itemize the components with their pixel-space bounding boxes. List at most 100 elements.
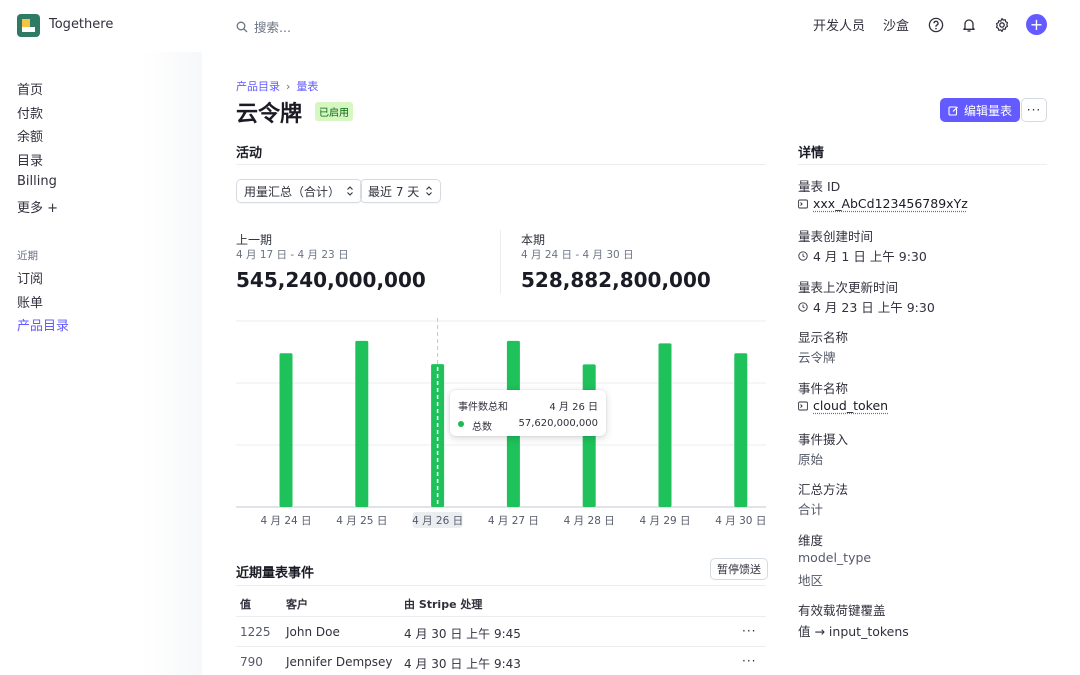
bell-icon[interactable] xyxy=(960,16,977,33)
period-divider xyxy=(500,230,501,294)
status-badge: 已启用 xyxy=(315,102,353,121)
sidebar-item-invoices[interactable]: 账单 xyxy=(17,292,43,311)
current-period-label: 本期 xyxy=(521,233,546,247)
previous-period-value: 545,240,000,000 xyxy=(236,268,426,292)
sandbox-link[interactable]: 沙盒 xyxy=(883,15,909,34)
dimension-item: model_type xyxy=(798,550,872,565)
meter-id-label: 量表 ID xyxy=(798,179,841,194)
events-divider xyxy=(236,585,766,586)
recent-events-heading: 近期量表事件 xyxy=(236,566,315,581)
created-value: 4 月 1 日 上午 9:30 xyxy=(798,246,927,265)
created-label: 量表创建时间 xyxy=(798,229,874,244)
display-name-label: 显示名称 xyxy=(798,330,849,345)
top-bar: Togethere 搜索... 开发人员 沙盒 + xyxy=(0,0,1080,52)
tooltip-title: 事件数总和 xyxy=(458,402,508,413)
column-header-value[interactable]: 值 xyxy=(240,596,251,612)
row-more-button[interactable]: ··· xyxy=(742,654,756,668)
meter-id-value[interactable]: xxx_AbCd123456789xYz xyxy=(798,196,968,211)
event-processed-time: 4 月 30 日 上午 9:43 xyxy=(404,657,521,671)
activity-heading: 活动 xyxy=(236,146,263,161)
updated-text: 4 月 23 日 上午 9:30 xyxy=(813,300,935,315)
more-actions-button[interactable]: ··· xyxy=(1021,98,1047,122)
gear-icon[interactable] xyxy=(993,16,1010,33)
search-icon xyxy=(236,21,248,32)
date-range-select-value: 最近 7 天 xyxy=(368,184,420,199)
breadcrumb-parent[interactable]: 产品目录 xyxy=(236,78,280,94)
create-plus-button[interactable]: + xyxy=(1026,14,1047,35)
display-name-value: 云令牌 xyxy=(798,350,836,365)
details-heading: 详情 xyxy=(798,146,825,161)
chart-bar[interactable] xyxy=(431,364,445,507)
event-value: 790 xyxy=(240,655,263,669)
aggregation-select-value: 用量汇总（合计） xyxy=(244,184,341,199)
column-header-processed[interactable]: 由 Stripe 处理 xyxy=(404,596,482,612)
app-name[interactable]: Togethere xyxy=(49,17,113,32)
created-text: 4 月 1 日 上午 9:30 xyxy=(813,249,927,264)
sidebar-item-product-catalog[interactable]: 产品目录 xyxy=(17,315,69,334)
breadcrumb: 产品目录 › 量表 xyxy=(236,78,318,94)
chevron-up-down-icon xyxy=(426,186,433,196)
date-range-select[interactable]: 最近 7 天 xyxy=(360,179,442,203)
help-icon[interactable] xyxy=(927,16,944,33)
chart-x-tick-label: 4 月 28 日 xyxy=(564,515,615,527)
ingestion-label: 事件摄入 xyxy=(798,432,849,447)
sidebar xyxy=(0,52,202,675)
meter-id-text: xxx_AbCd123456789xYz xyxy=(813,196,968,211)
current-period-range: 4 月 24 日 - 4 月 30 日 xyxy=(521,249,634,261)
table-header-divider xyxy=(236,616,766,617)
aggregation-select[interactable]: 用量汇总（合计） xyxy=(236,179,363,203)
sidebar-item-subscriptions[interactable]: 订阅 xyxy=(17,268,43,287)
payload-override-value: 值 → input_tokens xyxy=(798,624,909,639)
event-processed-time: 4 月 30 日 上午 9:45 xyxy=(404,627,521,641)
sidebar-item-more[interactable]: 更多 + xyxy=(17,197,58,216)
sidebar-item-catalog[interactable]: 目录 xyxy=(17,150,43,169)
chart-bar[interactable] xyxy=(658,343,672,507)
tooltip-series-label: 总数 xyxy=(472,422,492,433)
ingestion-value: 原始 xyxy=(798,452,824,467)
app-logo[interactable] xyxy=(17,14,40,37)
event-name-text: cloud_token xyxy=(813,398,889,413)
sidebar-recent-heading: 近期 xyxy=(17,250,38,262)
page-title: 云令牌 xyxy=(236,102,303,127)
clock-icon xyxy=(798,301,808,312)
search-input[interactable]: 搜索... xyxy=(254,17,291,36)
edit-meter-label: 编辑量表 xyxy=(964,103,1013,118)
dimension-item: 地区 xyxy=(798,573,824,588)
previous-period-range: 4 月 17 日 - 4 月 23 日 xyxy=(236,249,349,261)
details-divider xyxy=(798,164,1047,165)
breadcrumb-current[interactable]: 量表 xyxy=(296,78,318,94)
tooltip-date: 4 月 26 日 xyxy=(549,402,598,413)
edit-icon xyxy=(948,105,958,116)
chart-x-tick-label: 4 月 27 日 xyxy=(488,515,539,527)
event-customer[interactable]: Jennifer Dempsey xyxy=(286,655,393,669)
developers-link[interactable]: 开发人员 xyxy=(813,15,865,34)
chart-bar[interactable] xyxy=(279,353,293,507)
sidebar-item-home[interactable]: 首页 xyxy=(17,79,43,98)
clock-icon xyxy=(798,250,808,261)
event-customer[interactable]: John Doe xyxy=(286,625,340,639)
event-value: 1225 xyxy=(240,625,271,639)
sidebar-item-balances[interactable]: 余额 xyxy=(17,126,43,145)
sidebar-item-billing[interactable]: Billing xyxy=(17,174,57,189)
current-period-value: 528,882,800,000 xyxy=(521,268,711,292)
activity-divider xyxy=(236,164,766,165)
breadcrumb-separator: › xyxy=(286,79,291,93)
chart-x-tick-label: 4 月 29 日 xyxy=(639,515,690,527)
pause-feed-button[interactable]: 暂停馈送 xyxy=(710,558,768,580)
edit-meter-button[interactable]: 编辑量表 xyxy=(940,98,1021,122)
updated-label: 量表上次更新时间 xyxy=(798,280,899,295)
chart-x-tick-label: 4 月 25 日 xyxy=(336,515,387,527)
row-more-button[interactable]: ··· xyxy=(742,624,756,638)
sidebar-item-payments[interactable]: 付款 xyxy=(17,103,43,122)
tooltip-series-dot xyxy=(458,421,464,427)
column-header-customer[interactable]: 客户 xyxy=(286,596,308,612)
chart-bar[interactable] xyxy=(355,340,369,507)
tooltip-series-value: 57,620,000,000 xyxy=(518,418,598,429)
event-name-value[interactable]: cloud_token xyxy=(798,398,888,413)
search-bar[interactable]: 搜索... xyxy=(236,17,291,36)
event-name-label: 事件名称 xyxy=(798,381,849,396)
aggregation-value: 合计 xyxy=(798,502,824,517)
terminal-icon xyxy=(798,401,808,410)
chart-bar[interactable] xyxy=(734,353,748,507)
plus-icon: + xyxy=(1029,14,1044,34)
